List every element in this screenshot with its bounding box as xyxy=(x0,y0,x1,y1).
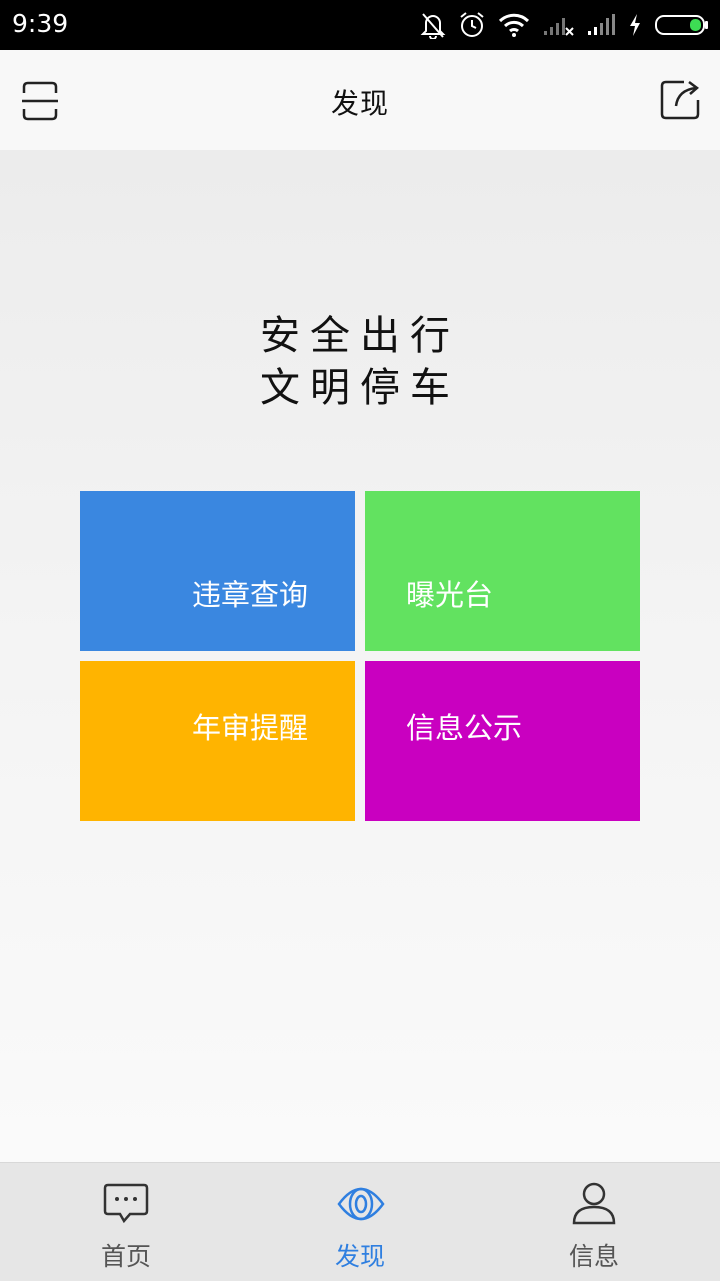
eye-icon xyxy=(337,1187,385,1221)
charging-icon xyxy=(630,14,640,36)
exposure-board-label: 曝光台 xyxy=(406,578,494,612)
tab-home-label: 首页 xyxy=(100,1242,151,1271)
tab-home[interactable]: 首页 xyxy=(6,1163,246,1281)
exposure-board-tile[interactable]: 曝光台 xyxy=(365,491,640,651)
user-icon xyxy=(572,1182,616,1225)
public-notice-label: 信息公示 xyxy=(406,711,523,745)
share-button[interactable] xyxy=(658,78,702,122)
slogan: 安全出行 文明停车 xyxy=(0,310,720,414)
alarm-icon xyxy=(460,12,484,37)
slogan-line-2: 文明停车 xyxy=(260,365,460,411)
tab-info-label: 信息 xyxy=(568,1242,619,1271)
share-icon xyxy=(660,80,700,120)
signal-icon xyxy=(588,14,615,35)
status-icons xyxy=(408,8,710,42)
violation-query-tile[interactable]: 违章查询 xyxy=(80,491,355,651)
app-header: 发现 xyxy=(0,50,720,150)
battery-icon xyxy=(655,15,708,35)
violation-query-label: 违章查询 xyxy=(192,578,309,612)
annual-inspection-reminder-tile[interactable]: 年审提醒 xyxy=(80,661,355,821)
status-bar: 9:39 xyxy=(0,0,720,50)
slogan-line-1: 安全出行 xyxy=(260,313,460,359)
tab-info[interactable]: 信息 xyxy=(474,1163,714,1281)
signal-icon xyxy=(544,18,574,36)
wifi-icon xyxy=(498,13,530,37)
status-time: 9:39 xyxy=(12,9,69,38)
page-title: 发现 xyxy=(330,87,389,120)
tab-discover-label: 发现 xyxy=(334,1242,385,1271)
public-notice-tile[interactable]: 信息公示 xyxy=(365,661,640,821)
discover-content: 安全出行 文明停车 违章查询 曝光台 年审提醒 信息公示 xyxy=(0,150,720,1162)
bottom-tab-bar: 首页 发现 信息 xyxy=(0,1162,720,1281)
bell-off-icon xyxy=(420,13,446,39)
chat-icon xyxy=(103,1183,149,1224)
tab-discover[interactable]: 发现 xyxy=(240,1163,480,1281)
annual-inspection-reminder-label: 年审提醒 xyxy=(192,711,309,745)
